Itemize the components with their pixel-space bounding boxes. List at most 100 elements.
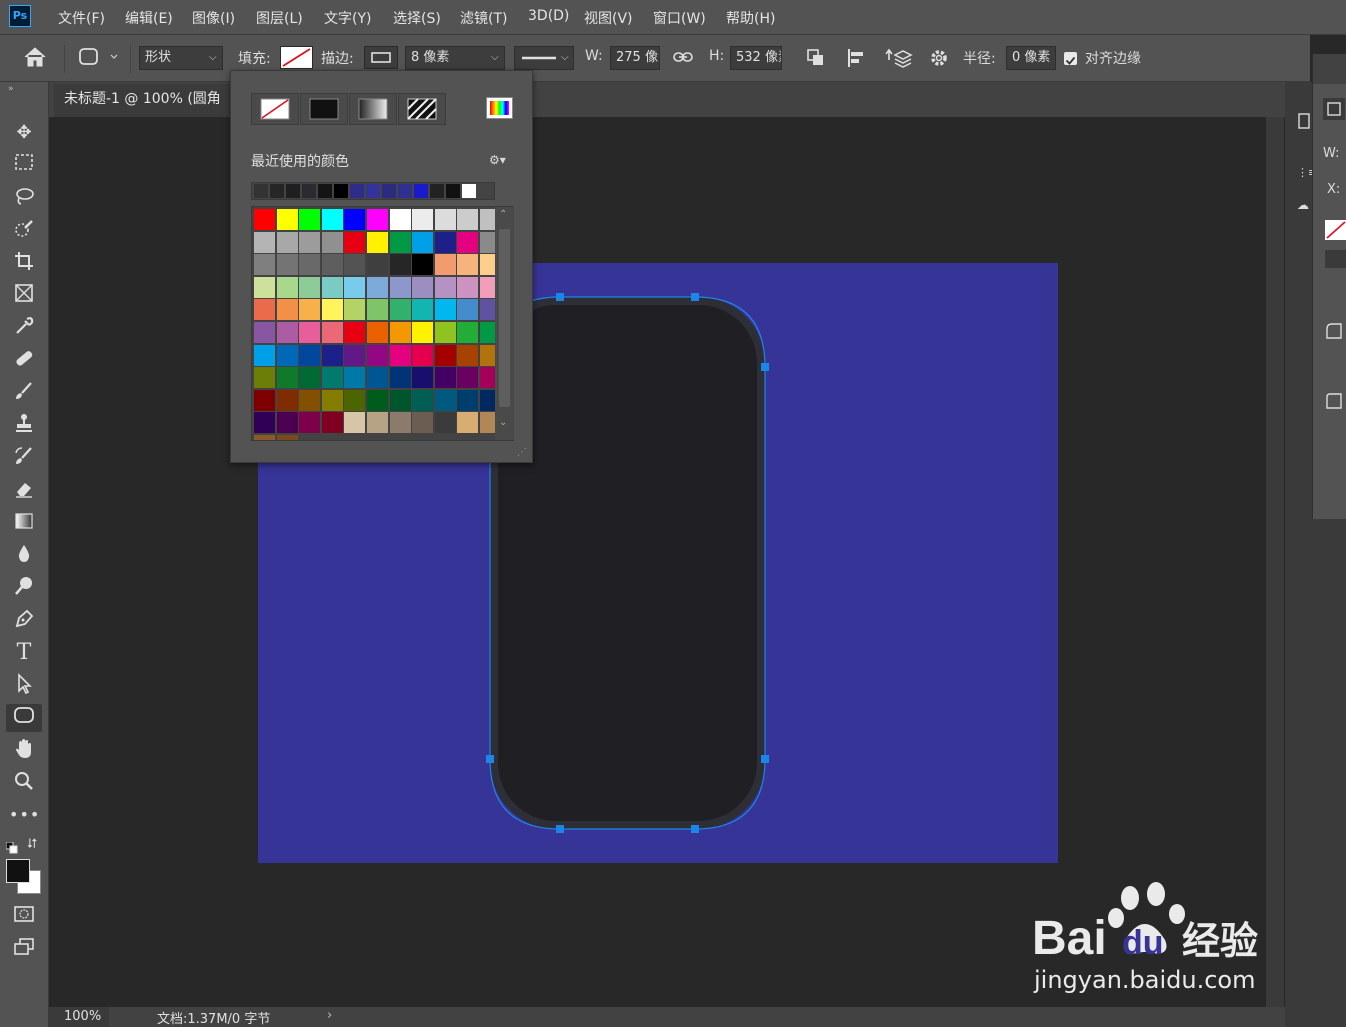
recent-color-swatch[interactable] <box>398 184 412 198</box>
color-swatch[interactable] <box>367 209 388 230</box>
color-swatch[interactable] <box>254 322 275 343</box>
color-swatch[interactable] <box>276 299 298 321</box>
color-swatch[interactable] <box>389 412 411 434</box>
color-swatch[interactable] <box>321 254 343 276</box>
color-swatch[interactable] <box>321 299 343 321</box>
no-color-tab[interactable] <box>251 93 299 125</box>
color-swatch[interactable] <box>299 367 321 389</box>
color-swatch[interactable] <box>412 367 434 389</box>
color-swatch[interactable] <box>254 276 275 298</box>
color-swatch[interactable] <box>367 322 388 343</box>
vertical-scrollbar[interactable] <box>1266 117 1284 1007</box>
color-swatch[interactable] <box>389 322 411 343</box>
rounded-rectangle-shape[interactable] <box>490 297 765 829</box>
zoom-level[interactable]: 100% <box>64 1009 101 1024</box>
color-swatch[interactable] <box>344 367 366 389</box>
color-swatch[interactable] <box>276 367 298 389</box>
color-swatch[interactable] <box>321 231 343 253</box>
color-swatch[interactable] <box>457 299 479 321</box>
color-swatch[interactable] <box>412 412 434 434</box>
recent-color-swatch[interactable] <box>318 184 332 198</box>
color-swatch[interactable] <box>457 209 479 230</box>
color-swatch[interactable] <box>367 276 388 298</box>
color-swatch[interactable] <box>254 367 275 389</box>
color-swatch[interactable] <box>457 344 479 366</box>
color-swatch[interactable] <box>321 389 343 411</box>
color-swatch[interactable] <box>412 344 434 366</box>
color-swatch[interactable] <box>321 344 343 366</box>
color-swatch[interactable] <box>344 276 366 298</box>
properties-fill-swatch[interactable] <box>1325 220 1346 240</box>
color-swatch[interactable] <box>389 367 411 389</box>
color-swatch[interactable] <box>457 412 479 434</box>
color-swatch[interactable] <box>457 231 479 253</box>
color-swatch[interactable] <box>367 299 388 321</box>
color-swatch[interactable] <box>299 322 321 343</box>
color-swatch[interactable] <box>367 412 388 434</box>
color-swatch[interactable] <box>412 209 434 230</box>
color-swatch[interactable] <box>389 254 411 276</box>
solid-color-tab[interactable] <box>300 93 348 125</box>
recent-color-swatch[interactable] <box>270 184 284 198</box>
color-swatch[interactable] <box>299 254 321 276</box>
color-swatch[interactable] <box>457 389 479 411</box>
color-swatch[interactable] <box>344 299 366 321</box>
color-swatch[interactable] <box>344 231 366 253</box>
pattern-tab[interactable] <box>398 93 446 125</box>
swatches-scrollbar[interactable]: ⌃ ⌄ <box>495 207 514 440</box>
color-swatch[interactable] <box>389 389 411 411</box>
color-swatch[interactable] <box>434 412 456 434</box>
color-swatch[interactable] <box>389 299 411 321</box>
color-swatch[interactable] <box>321 276 343 298</box>
color-swatch[interactable] <box>254 412 275 434</box>
color-swatch[interactable] <box>321 412 343 434</box>
color-swatch[interactable] <box>254 231 275 253</box>
adjustments-panel-icon[interactable]: ☁ <box>1297 198 1309 212</box>
color-swatch[interactable] <box>276 344 298 366</box>
color-swatch[interactable] <box>434 367 456 389</box>
recent-color-swatch[interactable] <box>254 184 268 198</box>
chevron-up-icon[interactable]: ⌃ <box>499 209 507 220</box>
color-swatch[interactable] <box>321 367 343 389</box>
color-swatch[interactable] <box>254 299 275 321</box>
color-swatch[interactable] <box>367 344 388 366</box>
color-swatch[interactable] <box>254 435 275 440</box>
history-panel-icon[interactable] <box>1297 110 1311 132</box>
color-swatch[interactable] <box>276 209 298 230</box>
color-swatch[interactable] <box>299 276 321 298</box>
color-swatch[interactable] <box>276 276 298 298</box>
color-swatch[interactable] <box>457 276 479 298</box>
color-swatch[interactable] <box>434 276 456 298</box>
color-swatch[interactable] <box>344 412 366 434</box>
color-swatch[interactable] <box>254 254 275 276</box>
color-swatch[interactable] <box>254 344 275 366</box>
color-swatch[interactable] <box>412 322 434 343</box>
color-swatch[interactable] <box>367 231 388 253</box>
color-picker-button[interactable] <box>486 97 513 119</box>
color-swatch[interactable] <box>321 322 343 343</box>
recent-color-swatch[interactable] <box>286 184 300 198</box>
color-swatch[interactable] <box>389 344 411 366</box>
color-swatch[interactable] <box>299 209 321 230</box>
recent-color-swatch[interactable] <box>462 184 476 198</box>
color-swatch[interactable] <box>276 389 298 411</box>
recent-color-swatch[interactable] <box>382 184 396 198</box>
gradient-tab[interactable] <box>349 93 397 125</box>
color-swatch[interactable] <box>434 231 456 253</box>
color-swatch[interactable] <box>389 231 411 253</box>
color-swatch[interactable] <box>457 254 479 276</box>
color-swatch[interactable] <box>412 389 434 411</box>
properties-stroke-swatch[interactable] <box>1325 250 1346 268</box>
color-swatch[interactable] <box>412 254 434 276</box>
chevron-right-icon[interactable]: › <box>327 1008 332 1023</box>
color-swatch[interactable] <box>344 322 366 343</box>
color-swatch[interactable] <box>434 299 456 321</box>
chevron-down-icon[interactable]: ⌄ <box>499 417 507 428</box>
color-swatch[interactable] <box>344 254 366 276</box>
color-swatch[interactable] <box>457 367 479 389</box>
recent-color-swatch[interactable] <box>334 184 348 198</box>
color-swatch[interactable] <box>276 231 298 253</box>
color-swatch[interactable] <box>299 299 321 321</box>
color-swatch[interactable] <box>344 389 366 411</box>
color-swatch[interactable] <box>389 276 411 298</box>
